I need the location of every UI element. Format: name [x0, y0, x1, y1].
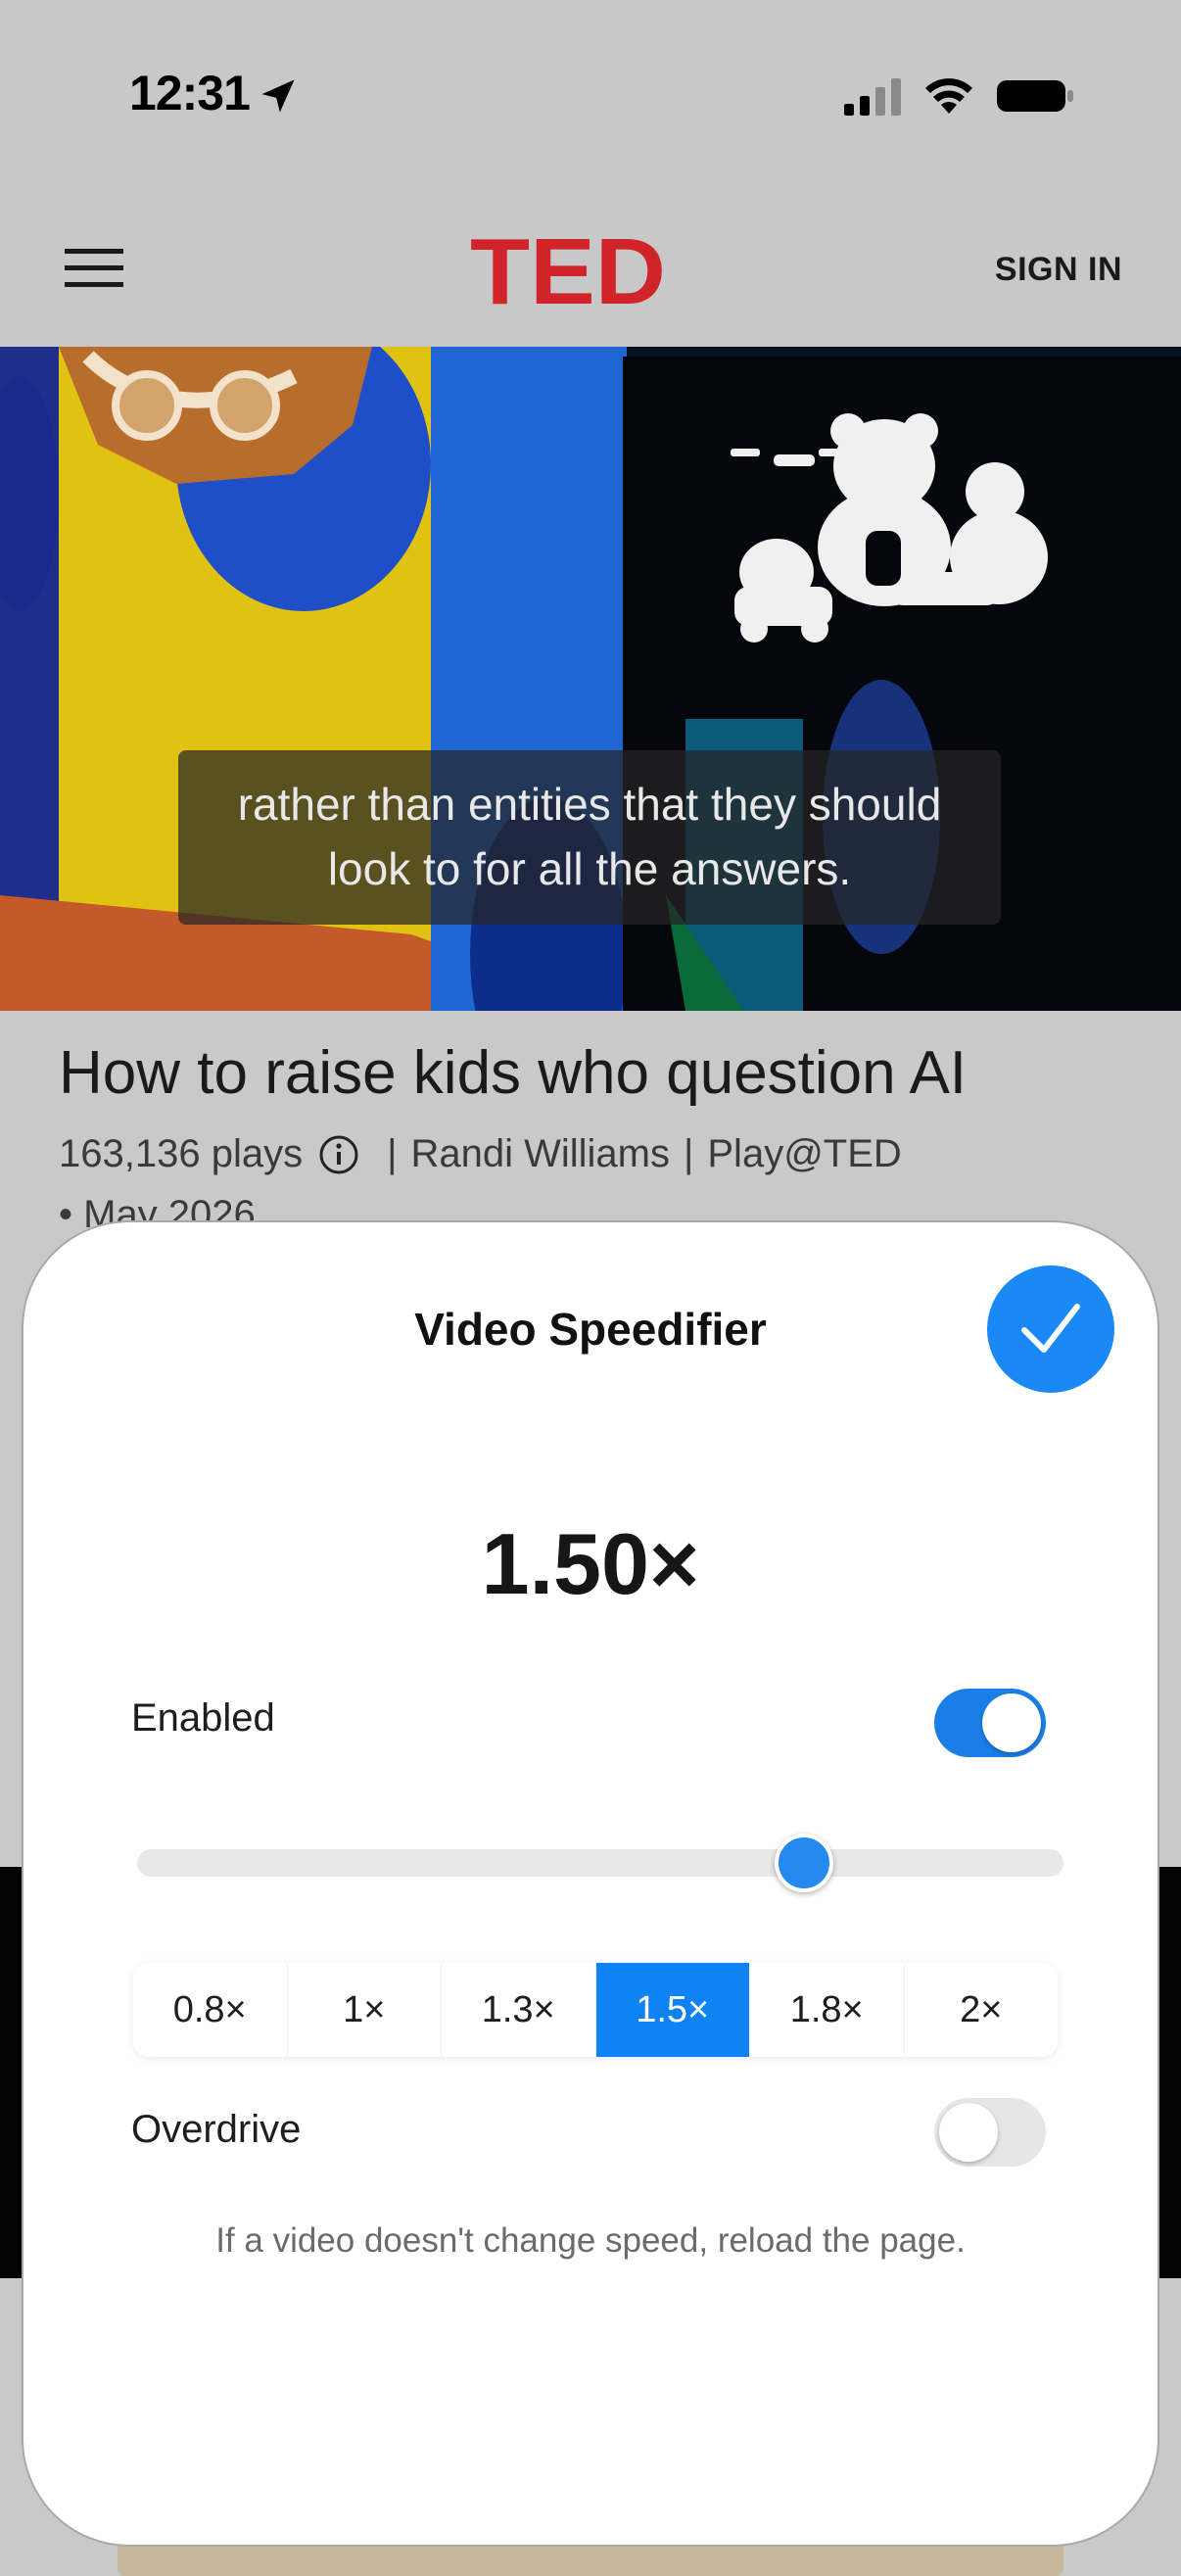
ted-logo-text: TED — [470, 225, 666, 315]
wifi-icon — [925, 78, 972, 114]
caption-line-1: rather than entities that they should — [237, 779, 942, 830]
video-player[interactable]: rather than entities that they should lo… — [0, 347, 1181, 1011]
location-arrow-icon — [261, 79, 295, 113]
enabled-label: Enabled — [131, 1696, 275, 1740]
toggle-knob — [982, 1693, 1041, 1752]
speed-presets: 0.8× 1× 1.3× 1.5× 1.8× 2× — [133, 1963, 1058, 2057]
speed-slider-thumb[interactable] — [775, 1834, 834, 1892]
preset-1-8x[interactable]: 1.8× — [750, 1963, 905, 2057]
status-time: 12:31 — [129, 66, 251, 120]
meta-separator: | — [683, 1132, 694, 1175]
cellular-signal-icon — [844, 78, 901, 116]
ted-logo[interactable]: TED — [465, 225, 671, 315]
speaker-link[interactable]: Randi Williams — [410, 1132, 670, 1176]
battery-icon — [997, 80, 1073, 112]
event-link[interactable]: Play@TED — [707, 1132, 901, 1176]
preset-1-3x[interactable]: 1.3× — [442, 1963, 596, 2057]
meta-separator: | — [387, 1132, 398, 1175]
talk-meta: 163,136 plays | Randi Williams | Play@TE… — [59, 1132, 902, 1176]
toggle-knob — [939, 2103, 998, 2162]
preset-2x[interactable]: 2× — [905, 1963, 1059, 2057]
enabled-toggle[interactable] — [934, 1689, 1046, 1757]
caption-box: rather than entities that they should lo… — [178, 750, 1001, 925]
info-icon[interactable] — [318, 1134, 359, 1175]
preset-1x[interactable]: 1× — [288, 1963, 442, 2057]
done-button[interactable] — [987, 1265, 1114, 1393]
caption-line-2: look to for all the answers. — [327, 843, 852, 894]
play-count: 163,136 plays — [59, 1132, 304, 1175]
overdrive-toggle[interactable] — [934, 2098, 1046, 2167]
talk-info: How to raise kids who question AI 163,13… — [0, 1011, 1181, 1236]
preset-0-8x[interactable]: 0.8× — [133, 1963, 288, 2057]
checkmark-icon — [1021, 1304, 1080, 1353]
preset-1-5x[interactable]: 1.5× — [595, 1963, 750, 2057]
speed-display: 1.50× — [481, 1515, 700, 1612]
overdrive-label: Overdrive — [131, 2108, 302, 2151]
site-header: TED SIGN IN — [0, 196, 1181, 349]
sign-in-link[interactable]: SIGN IN — [995, 251, 1122, 289]
status-bar: 12:31 — [0, 0, 1181, 196]
hamburger-menu-icon[interactable] — [65, 247, 123, 290]
speed-slider[interactable] — [137, 1849, 1063, 1877]
talk-title: How to raise kids who question AI — [59, 1039, 968, 1107]
speedifier-sheet: Video Speedifier 1.50× Enabled 0.8× 1× 1… — [22, 1220, 1159, 2547]
reload-hint: If a video doesn't change speed, reload … — [215, 2221, 966, 2260]
